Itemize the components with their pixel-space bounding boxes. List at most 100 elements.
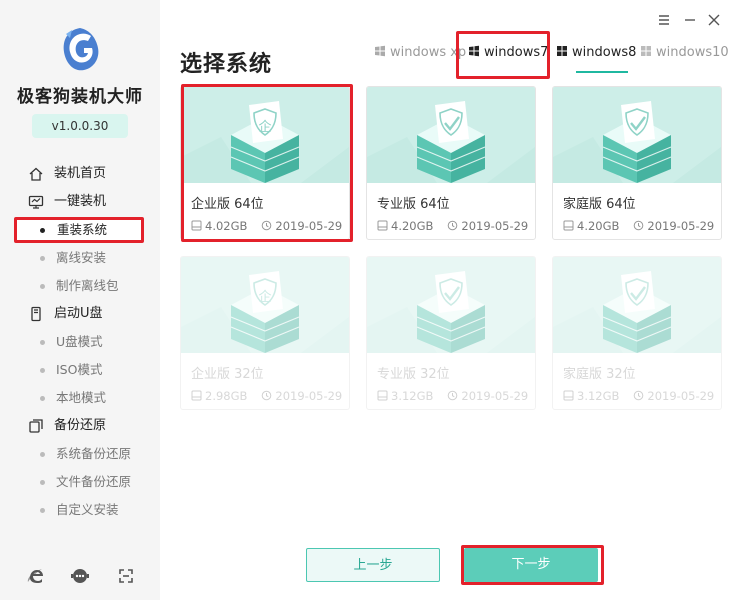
- sidebar-section-label: 备份还原: [54, 418, 107, 433]
- browser-icon[interactable]: [26, 566, 46, 586]
- system-card[interactable]: 专业版 64位 4.20GB 2019-05-29: [366, 86, 536, 240]
- backup-icon: [29, 419, 43, 433]
- bullet-dot: [40, 452, 45, 457]
- sidebar-item[interactable]: 本地模式: [0, 384, 160, 412]
- sidebar: 极客狗装机大师 v1.0.0.30 装机首页一键装机重装系统离线安装制作离线包启…: [0, 0, 160, 600]
- windows-logo-icon: [641, 46, 651, 56]
- sidebar-item-label: 系统备份还原: [56, 446, 132, 461]
- clock-icon: [448, 390, 458, 401]
- sidebar-item[interactable]: 系统备份还原: [0, 440, 160, 468]
- selected-tab-highlight: [456, 31, 550, 79]
- card-meta: 2.98GB 2019-05-29: [191, 389, 342, 403]
- system-illustration: [553, 87, 721, 183]
- sidebar-item-label: ISO模式: [56, 362, 103, 377]
- card-date: 2019-05-29: [461, 389, 529, 403]
- disk-icon: [563, 390, 574, 401]
- sidebar-item[interactable]: 制作离线包: [0, 272, 160, 300]
- prev-step-button[interactable]: 上一步: [306, 548, 440, 582]
- disk-icon: [191, 390, 202, 401]
- usb-icon: [31, 306, 41, 322]
- card-meta: 4.20GB 2019-05-29: [377, 219, 528, 233]
- bullet-dot: [40, 480, 45, 485]
- card-name: 专业版 32位: [377, 367, 450, 382]
- disk-icon: [377, 220, 388, 231]
- card-name: 家庭版 64位: [563, 197, 636, 212]
- sidebar-item-label: 本地模式: [56, 390, 107, 405]
- sidebar-footer: [0, 564, 160, 588]
- system-card: 家庭版 32位 3.12GB 2019-05-29: [552, 256, 722, 410]
- sidebar-item[interactable]: 自定义安装: [0, 496, 160, 524]
- sidebar-section-3[interactable]: 备份还原: [0, 412, 160, 440]
- disk-icon: [563, 220, 574, 231]
- sidebar-item[interactable]: U盘模式: [0, 328, 160, 356]
- active-dot: [40, 228, 45, 233]
- active-nav-highlight: 重装系统: [14, 217, 144, 243]
- tab-label: windows8: [572, 45, 637, 60]
- selected-card-highlight: [181, 84, 353, 242]
- card-date: 2019-05-29: [647, 389, 715, 403]
- clock-icon: [262, 390, 272, 401]
- windows-logo-icon: [375, 45, 385, 57]
- chat-icon[interactable]: [70, 566, 90, 586]
- card-name: 专业版 64位: [377, 197, 450, 212]
- system-card: 企企业版 32位 2.98GB 2019-05-29: [180, 256, 350, 410]
- card-date: 2019-05-29: [275, 389, 343, 403]
- card-meta: 3.12GB 2019-05-29: [377, 389, 528, 403]
- monitor-icon: [28, 195, 44, 209]
- app-title: 极客狗装机大师: [17, 87, 143, 107]
- bullet-dot: [40, 340, 45, 345]
- system-illustration: [553, 257, 721, 353]
- card-date: 2019-05-29: [647, 219, 715, 233]
- bullet-dot: [40, 396, 45, 401]
- sidebar-section-2[interactable]: 启动U盘: [0, 300, 160, 328]
- system-illustration: [367, 257, 535, 353]
- card-size: 4.20GB: [577, 219, 620, 233]
- card-name: 家庭版 32位: [563, 367, 636, 382]
- tab-underline: [576, 71, 628, 73]
- clock-icon: [634, 390, 644, 401]
- menu-icon[interactable]: [656, 12, 672, 28]
- card-size: 2.98GB: [205, 389, 248, 403]
- tab-windows-xp[interactable]: windows xp: [374, 36, 466, 70]
- clock-icon: [448, 220, 458, 231]
- fullscreen-icon[interactable]: [116, 566, 136, 586]
- tab-windows10[interactable]: windows10: [640, 36, 729, 70]
- sidebar-item-label: U盘模式: [56, 334, 103, 349]
- card-size: 3.12GB: [391, 389, 434, 403]
- system-illustration: 企: [181, 257, 349, 353]
- system-illustration: [367, 87, 535, 183]
- page-title: 选择系统: [180, 52, 273, 77]
- app-logo-icon: [63, 28, 99, 71]
- system-card: 专业版 32位 3.12GB 2019-05-29: [366, 256, 536, 410]
- card-size: 3.12GB: [577, 389, 620, 403]
- sidebar-section-label: 装机首页: [54, 166, 107, 181]
- sidebar-item-label: 制作离线包: [56, 278, 119, 293]
- sidebar-section-1[interactable]: 一键装机: [0, 188, 160, 216]
- sidebar-item-label: 离线安装: [56, 250, 107, 265]
- system-card[interactable]: 家庭版 64位 4.20GB 2019-05-29: [552, 86, 722, 240]
- bullet-dot: [40, 368, 45, 373]
- active-nav-label[interactable]: 重装系统: [57, 220, 107, 240]
- next-button-highlight: [461, 545, 604, 585]
- tab-label: windows xp: [390, 45, 467, 60]
- sidebar-section-0[interactable]: 装机首页: [0, 160, 160, 188]
- card-meta: 3.12GB 2019-05-29: [563, 389, 714, 403]
- minimize-icon[interactable]: [682, 12, 698, 28]
- bullet-dot: [40, 508, 45, 513]
- close-icon[interactable]: [706, 12, 722, 28]
- svg-text:企: 企: [258, 289, 271, 305]
- bullet-dot: [40, 256, 45, 261]
- tab-windows8[interactable]: windows8: [556, 36, 636, 70]
- bullet-dot: [40, 284, 45, 289]
- sidebar-item[interactable]: 文件备份还原: [0, 468, 160, 496]
- card-name: 企业版 32位: [191, 367, 264, 382]
- sidebar-item[interactable]: ISO模式: [0, 356, 160, 384]
- sidebar-section-label: 启动U盘: [54, 306, 103, 321]
- version-badge: v1.0.0.30: [32, 114, 128, 138]
- home-icon: [29, 167, 43, 181]
- sidebar-section-label: 一键装机: [54, 194, 107, 209]
- card-size: 4.20GB: [391, 219, 434, 233]
- sidebar-item[interactable]: 离线安装: [0, 244, 160, 272]
- disk-icon: [377, 390, 388, 401]
- card-date: 2019-05-29: [461, 219, 529, 233]
